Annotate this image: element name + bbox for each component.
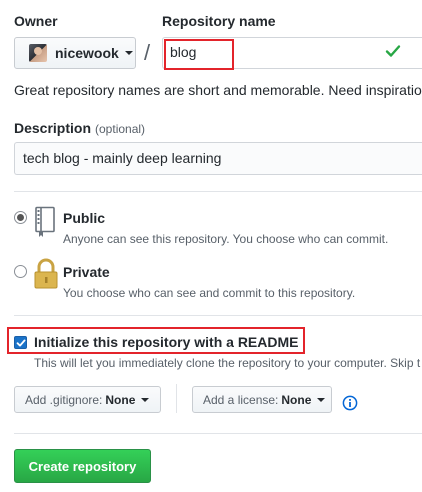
repository-name-hint: Great repository names are short and mem… [14, 82, 422, 98]
chevron-down-icon [124, 51, 133, 55]
gitignore-prefix: Add .gitignore: [25, 392, 103, 407]
repo-book-icon [35, 206, 55, 237]
new-repository-form: Owner nicewook / Repository name blog Gr… [0, 0, 422, 492]
owner-value: nicewook [55, 45, 119, 61]
info-icon[interactable] [342, 395, 358, 411]
divider [14, 433, 422, 434]
repository-name-label: Repository name [162, 13, 276, 29]
chevron-down-icon [317, 397, 326, 402]
repository-name-highlight [164, 39, 234, 70]
optional-note: (optional) [95, 122, 146, 136]
description-value: tech blog - mainly deep learning [23, 150, 222, 166]
private-radio[interactable] [14, 265, 27, 278]
divider [14, 315, 422, 316]
private-description: You choose who can see and commit to thi… [63, 286, 356, 300]
description-label: Description (optional) [14, 120, 145, 136]
readme-description: This will let you immediately clone the … [34, 356, 421, 370]
gitignore-select-button[interactable]: Add .gitignore: None [14, 386, 161, 413]
check-icon [385, 45, 401, 57]
divider [14, 191, 422, 192]
chevron-down-icon [141, 397, 150, 402]
public-description: Anyone can see this repository. You choo… [63, 232, 389, 246]
description-label-text: Description [14, 120, 92, 136]
readme-highlight [7, 327, 305, 354]
private-title: Private [63, 264, 110, 280]
owner-label: Owner [14, 13, 58, 29]
lock-icon [34, 258, 58, 289]
public-title: Public [63, 210, 106, 226]
license-prefix: Add a license: [203, 392, 279, 407]
public-radio[interactable] [14, 211, 27, 224]
owner-select-button[interactable]: nicewook [14, 37, 136, 69]
owner-repo-separator: / [144, 40, 151, 65]
gitignore-value: None [105, 392, 136, 407]
avatar [29, 44, 47, 62]
license-select-button[interactable]: Add a license: None [192, 386, 332, 413]
license-value: None [281, 392, 312, 407]
select-separator [176, 384, 177, 413]
create-repository-button[interactable]: Create repository [14, 449, 151, 483]
